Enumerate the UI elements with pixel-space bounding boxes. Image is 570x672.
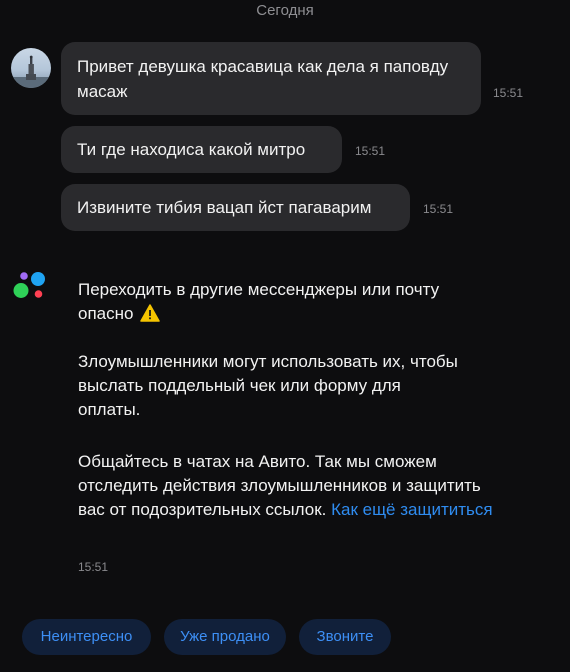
system-message-time: 15:51 [78,560,109,574]
message-text: Извините тибия вацап йст пагаварим [77,198,372,217]
message-bubble[interactable]: Привет девушка красавица как дела я папо… [61,42,481,115]
system-advice-paragraph: Общайтесь в чатах на Авито. Так мы сможе… [78,450,498,522]
date-separator: Сегодня [256,2,314,19]
quick-reply-not-interested[interactable]: Неинтересно [22,619,151,655]
quick-reply-already-sold[interactable]: Уже продано [164,619,286,655]
message-time: 15:51 [355,144,386,158]
warning-icon [140,304,160,329]
system-warning-paragraph: Злоумышленники могут использовать их, чт… [78,352,458,419]
warning-title-text: Переходить в другие мессенджеры или почт… [78,280,440,323]
avito-logo [12,268,48,304]
message-bubble[interactable]: Извините тибия вацап йст пагаварим [61,184,410,231]
how-to-protect-link[interactable]: Как ещё защититься [331,500,493,519]
quick-reply-call-me[interactable]: Звоните [299,619,391,655]
message-bubble[interactable]: Ти где находиса какой митро [61,126,342,173]
system-warning-title: Переходить в другие мессенджеры или почт… [78,278,498,329]
message-text: Ти где находиса какой митро [77,140,306,159]
sender-avatar[interactable] [11,48,51,88]
message-time: 15:51 [493,86,524,100]
message-time: 15:51 [423,202,454,216]
message-text: Привет девушка красавица как дела я папо… [77,57,449,101]
avatar-image [11,55,51,88]
